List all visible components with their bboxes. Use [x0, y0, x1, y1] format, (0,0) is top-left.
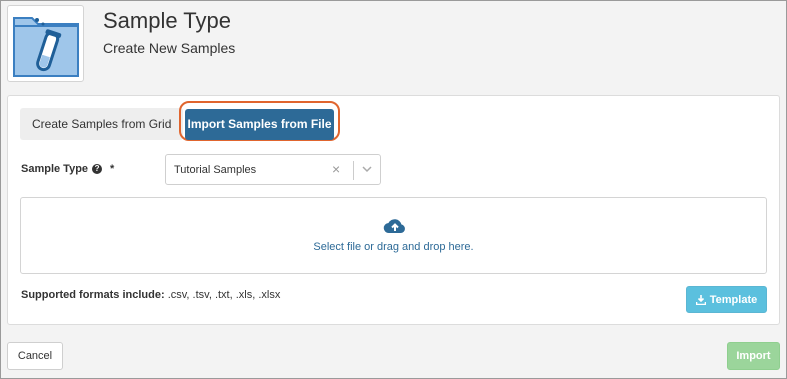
sample-type-select[interactable]: Tutorial Samples ×: [165, 154, 381, 185]
download-icon: [695, 294, 706, 305]
template-button-label: Template: [709, 293, 758, 306]
cancel-button[interactable]: Cancel: [7, 342, 63, 370]
folder-test-tube-icon: [13, 17, 79, 77]
question-circle-icon[interactable]: ?: [92, 164, 103, 174]
required-marker: *: [110, 163, 115, 175]
sample-type-app-icon: [7, 5, 84, 82]
sample-type-label-group: Sample Type ? *: [21, 163, 114, 175]
formats-list: .csv, .tsv, .txt, .xls, .xlsx: [167, 289, 281, 301]
page-subtitle: Create New Samples: [103, 40, 236, 56]
import-panel: Create Samples from Grid Import Samples …: [7, 95, 780, 325]
sample-type-select-value: Tutorial Samples: [174, 164, 257, 176]
file-dropzone[interactable]: Select file or drag and drop here.: [20, 197, 767, 274]
page-title: Sample Type: [103, 8, 232, 33]
supported-formats: Supported formats include: .csv, .tsv, .…: [21, 289, 280, 301]
tab-create-samples-from-grid[interactable]: Create Samples from Grid: [20, 108, 184, 140]
cloud-upload-icon: [383, 216, 407, 241]
clear-icon[interactable]: ×: [332, 161, 340, 177]
formats-label: Supported formats include:: [21, 289, 165, 301]
chevron-down-icon[interactable]: [360, 159, 374, 184]
dropzone-text[interactable]: Select file or drag and drop here.: [21, 241, 766, 253]
sample-type-label: Sample Type: [21, 163, 89, 175]
tab-import-samples-from-file[interactable]: Import Samples from File: [185, 109, 334, 140]
select-separator: [353, 161, 354, 180]
template-button[interactable]: Template: [686, 286, 767, 313]
import-button[interactable]: Import: [727, 342, 780, 370]
